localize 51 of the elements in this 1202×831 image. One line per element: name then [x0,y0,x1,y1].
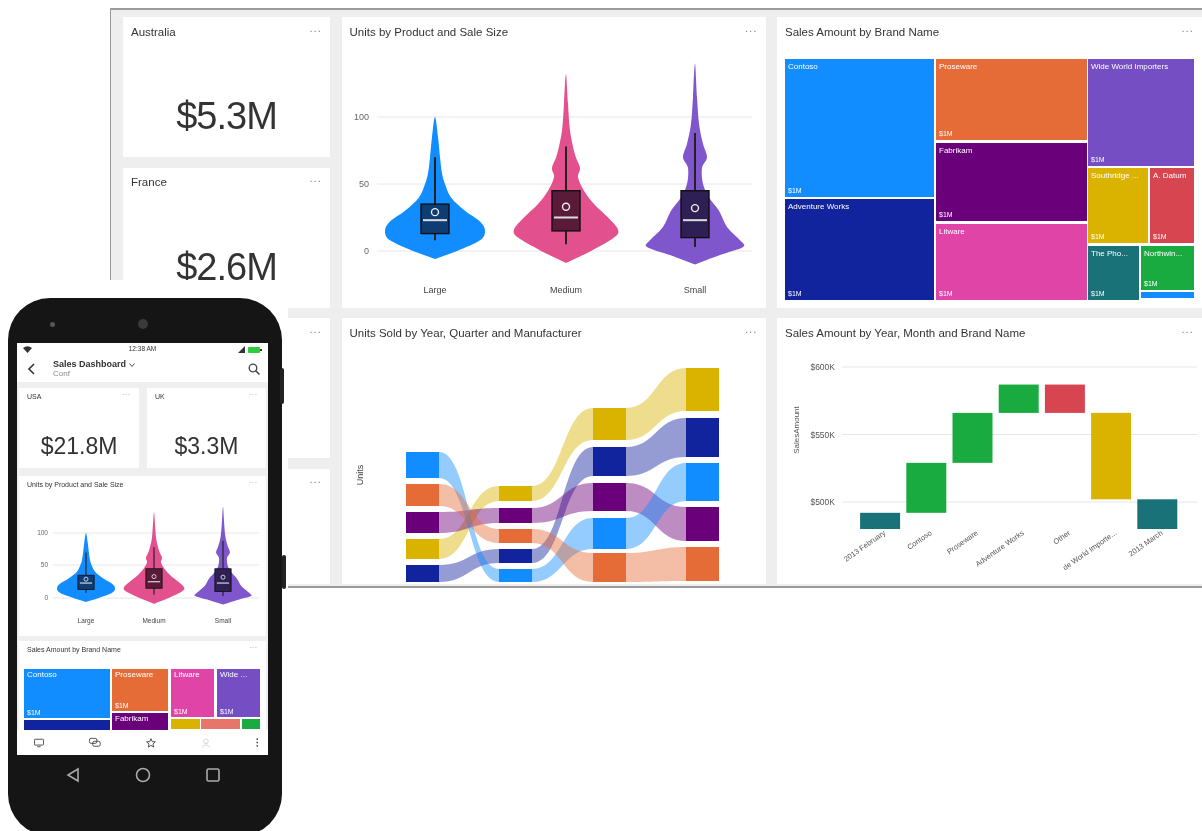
side-button[interactable] [282,555,286,589]
caret-icon[interactable] [129,362,136,367]
back-icon[interactable] [27,363,35,375]
card-title: Units Sold by Year, Quarter and Manufacturer [349,327,582,340]
axis-tick-label: 50 [358,179,369,190]
kpi-value: $21.8M [39,433,119,459]
more-options-button[interactable]: ... [309,474,322,486]
card-title: Units by Product and Sale Size [349,26,509,39]
kpi-value: $2.6M [175,244,278,290]
dashboard-title: Sales Dashboard [53,360,127,369]
card-title: Australia [131,26,176,39]
signal-icon [238,346,245,353]
search-icon[interactable] [248,363,260,375]
star-icon[interactable] [145,736,156,749]
axis-tick-label: $500K [810,497,835,507]
more-options-button[interactable]: ... [309,323,322,336]
treemap-tile[interactable] [242,719,260,729]
more-options-button[interactable]: ... [744,323,758,336]
more-icon[interactable] [255,737,258,748]
more-options-button[interactable]: ... [309,173,322,185]
treemap-tile[interactable] [1141,292,1194,298]
axis-tick-label: 100 [353,112,369,123]
back-icon[interactable] [65,767,81,783]
more-options-button[interactable]: ... [1181,22,1194,35]
kpi-value: $3.3M [173,433,240,459]
battery-icon [248,346,262,353]
card-title: Sales Amount by Brand Name [785,26,940,39]
axis-tick-label: $550K [810,429,835,440]
kpi-value: $5.3M [175,94,278,139]
wifi-icon [23,346,32,353]
card-title: Sales Amount by Year, Month and Brand Name [785,327,1026,340]
axis-title: SalesAmount [792,406,801,454]
axis-label: Large [423,285,446,295]
more-options-button[interactable]: ... [309,22,322,35]
axis-title: Units [354,464,365,486]
monitor-icon[interactable] [34,737,44,748]
axis-tick-label: 0 [363,246,369,257]
recent-apps-icon[interactable] [205,767,221,783]
card-title: France [131,177,167,189]
more-options-button[interactable]: ... [744,22,758,35]
treemap-tile[interactable] [171,719,200,729]
treemap-tile[interactable] [201,719,240,729]
more-options-button[interactable]: ... [1181,323,1194,336]
treemap-tile[interactable]: Fabrikam [112,713,168,730]
treemap-tile[interactable] [24,720,110,730]
axis-label: Small [683,285,706,295]
chat-icon[interactable] [88,737,101,748]
dashboard-subtitle: Conf [53,370,71,378]
axis-tick-label: $600K [810,362,835,372]
home-icon[interactable] [135,767,151,783]
axis-label: Medium [549,285,582,295]
